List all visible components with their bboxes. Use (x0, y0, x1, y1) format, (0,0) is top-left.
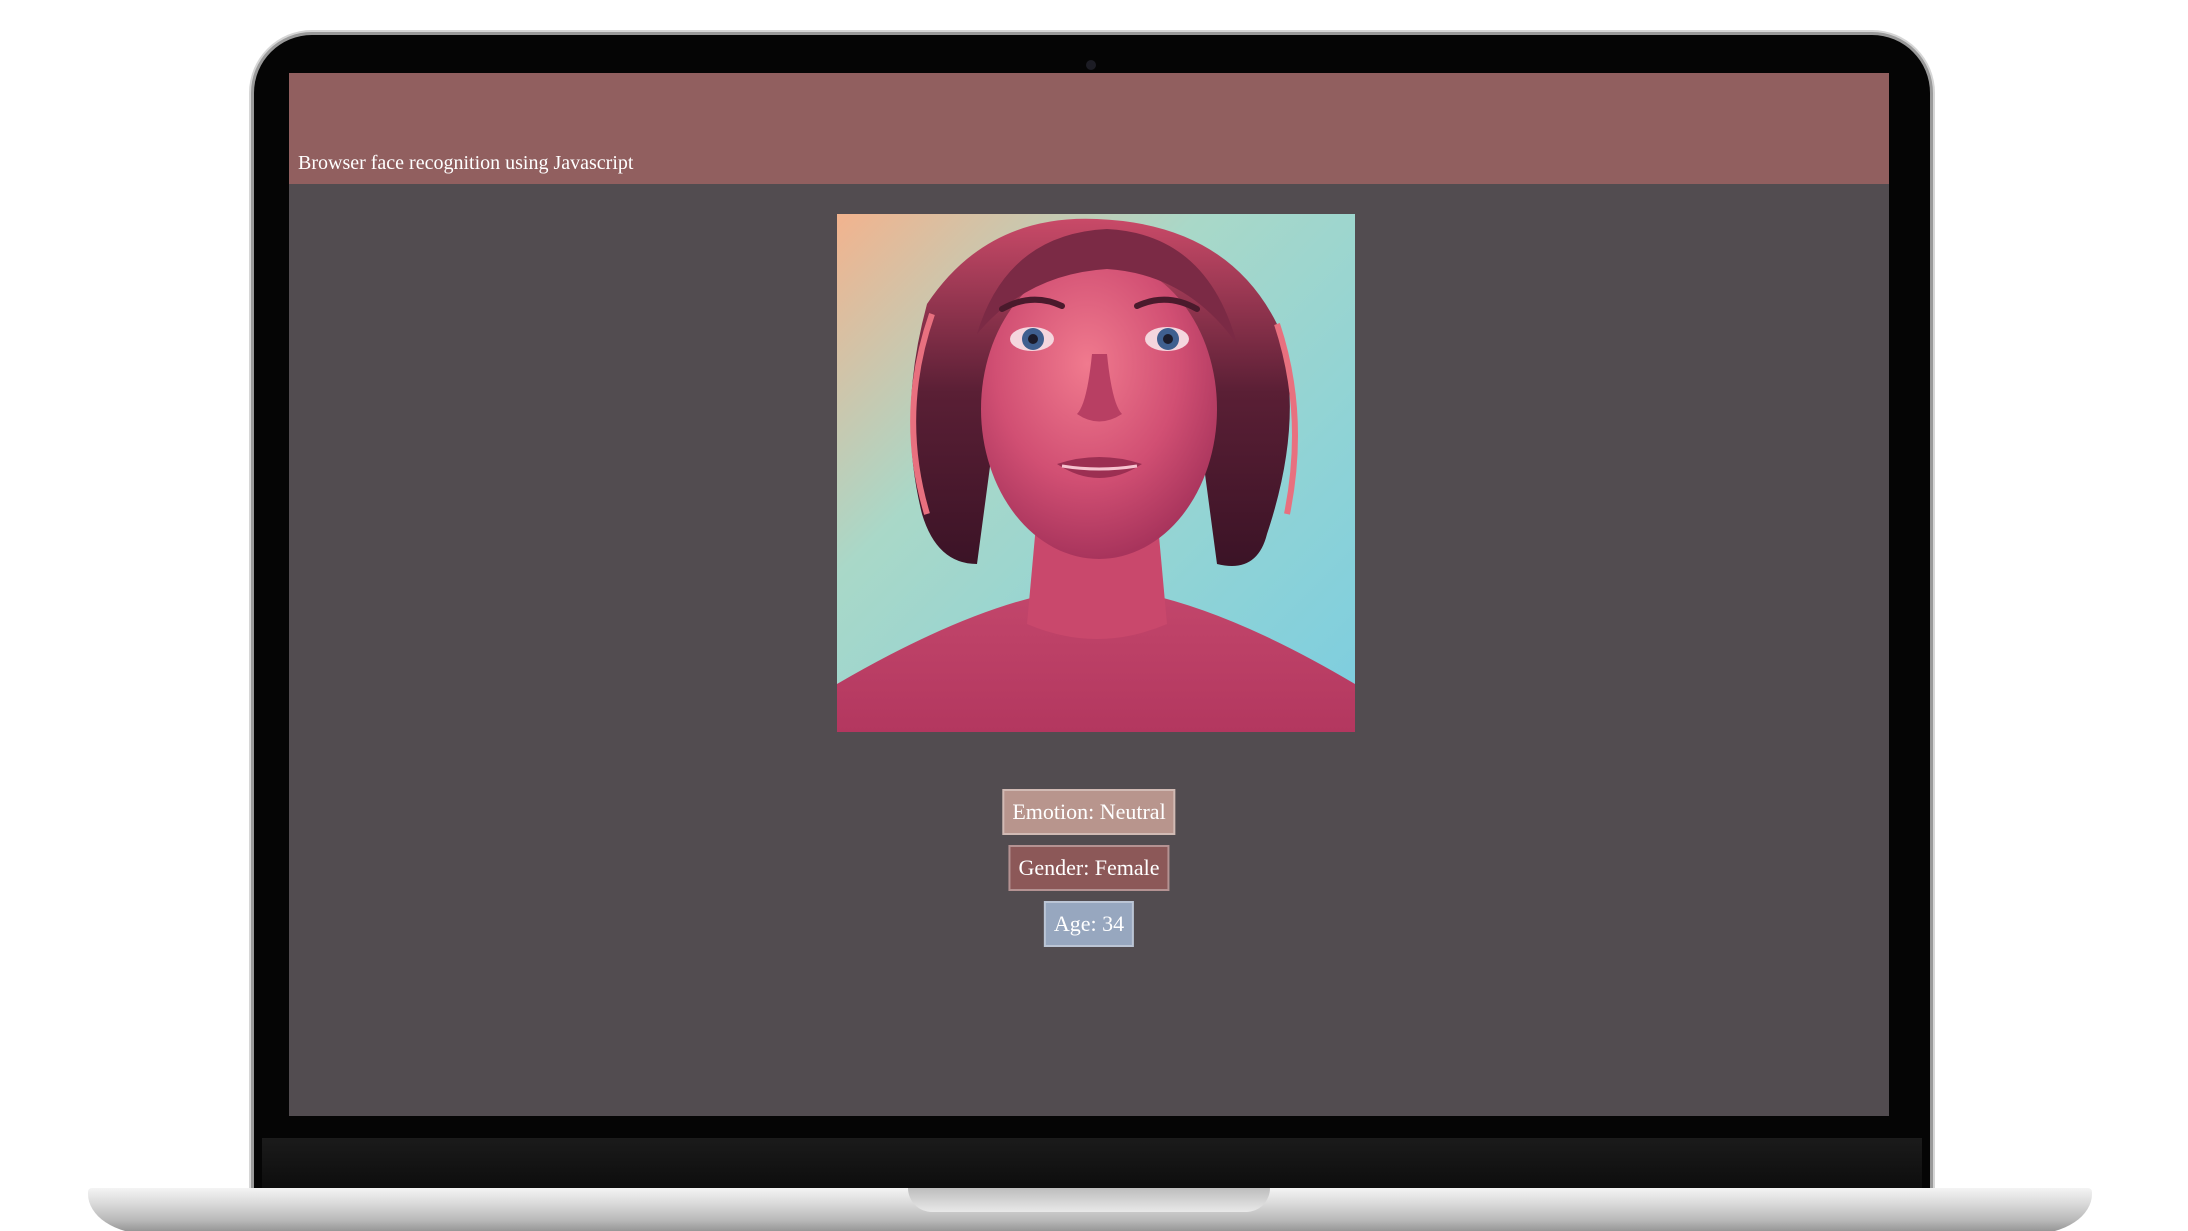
camera-icon (1086, 60, 1096, 70)
gender-badge: Gender: Female (1008, 845, 1170, 891)
portrait-image (837, 214, 1355, 732)
browser-page: Browser face recognition using Javascrip… (289, 73, 1889, 1116)
emotion-badge: Emotion: Neutral (1002, 789, 1176, 835)
laptop-mockup: Browser face recognition using Javascrip… (0, 0, 2188, 1231)
page-header: Browser face recognition using Javascrip… (289, 73, 1889, 184)
age-badge: Age: 34 (1043, 901, 1135, 947)
page-title: Browser face recognition using Javascrip… (298, 152, 634, 174)
laptop-notch (908, 1188, 1270, 1212)
laptop-chin (262, 1138, 1922, 1192)
